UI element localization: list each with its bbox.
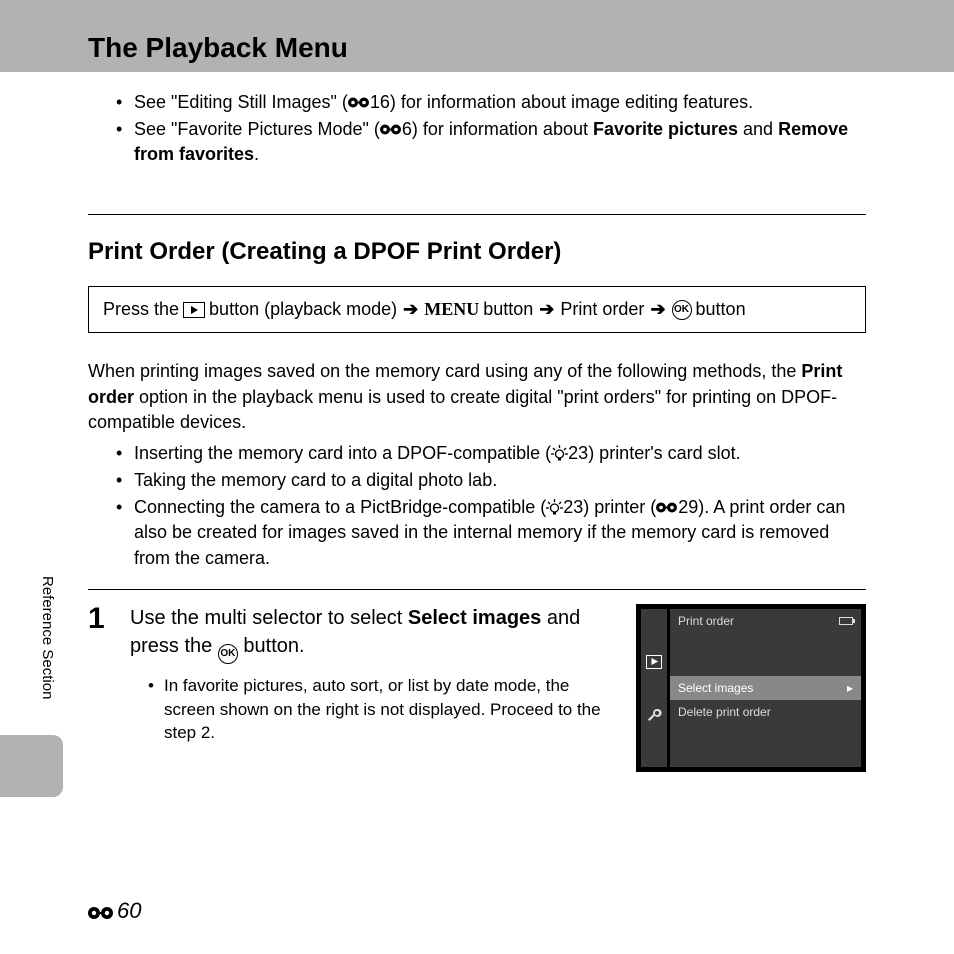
text: Use the multi selector to select <box>130 607 408 629</box>
step-row: 1 Use the multi selector to select Selec… <box>88 604 866 772</box>
content-area: See "Editing Still Images" (16) for info… <box>0 72 954 772</box>
text: ) for information about image editing fe… <box>390 92 753 112</box>
side-tab <box>0 735 63 797</box>
page-number: 60 <box>88 898 141 924</box>
text: See "Editing Still Images" ( <box>134 92 348 112</box>
text: . <box>254 144 259 164</box>
text: button <box>696 297 746 322</box>
side-label: Reference Section <box>39 576 56 699</box>
text: Inserting the memory card into a DPOF-co… <box>134 443 551 463</box>
page-title: The Playback Menu <box>88 32 348 64</box>
text: and <box>738 119 778 139</box>
text: button (playback mode) <box>209 297 397 322</box>
play-icon <box>183 302 205 318</box>
bulb-icon <box>551 445 568 461</box>
text: 6 <box>402 119 412 139</box>
battery-icon <box>839 617 853 625</box>
list-item: Inserting the memory card into a DPOF-co… <box>116 441 866 466</box>
bulb-icon <box>546 499 563 515</box>
screen-main: Print order Select images ▸ Delete print… <box>670 609 861 767</box>
step-number: 1 <box>88 604 112 634</box>
nav-path-box: Press the button (playback mode) ➔ MENU … <box>88 286 866 333</box>
text: 29 <box>678 497 698 517</box>
screen-title: Print order <box>678 613 734 630</box>
notes-list: See "Editing Still Images" (16) for info… <box>88 90 866 168</box>
screen-item-selected: Select images ▸ <box>670 676 861 701</box>
list-item: In favorite pictures, auto sort, or list… <box>148 674 618 745</box>
ref-pair-icon <box>656 500 678 515</box>
ok-icon: OK <box>672 300 692 320</box>
divider <box>88 214 866 215</box>
screen-item-label: Select images <box>678 680 753 697</box>
text: button <box>483 297 533 322</box>
play-icon <box>646 655 662 669</box>
text: 16 <box>370 92 390 112</box>
arrow-icon: ➔ <box>403 297 418 322</box>
text-bold: Favorite pictures <box>593 119 738 139</box>
text: ) printer ( <box>583 497 656 517</box>
text: 23 <box>563 497 583 517</box>
list-item: Connecting the camera to a PictBridge-co… <box>116 495 866 571</box>
text: 23 <box>568 443 588 463</box>
text: Print order <box>560 297 644 322</box>
note-item: See "Editing Still Images" ( 16) for info… <box>116 90 866 115</box>
menu-label: MENU <box>424 297 479 322</box>
step-text: Use the multi selector to select Select … <box>130 604 618 745</box>
step-sub-list: In favorite pictures, auto sort, or list… <box>130 674 618 745</box>
screen-item: Delete print order <box>670 700 861 725</box>
text: Press the <box>103 297 179 322</box>
camera-screen: Print order Select images ▸ Delete print… <box>636 604 866 772</box>
arrow-icon: ➔ <box>539 297 554 322</box>
intro-paragraph: When printing images saved on the memory… <box>88 359 866 435</box>
list-item: Taking the memory card to a digital phot… <box>116 468 866 493</box>
note-item: See "Favorite Pictures Mode" ( 6) for inf… <box>116 117 866 167</box>
title-band: The Playback Menu <box>0 0 954 72</box>
text: option in the playback menu is used to c… <box>88 387 837 432</box>
text: See "Favorite Pictures Mode" ( <box>134 119 380 139</box>
section-heading: Print Order (Creating a DPOF Print Order… <box>88 235 866 269</box>
text-bold: Select images <box>408 607 541 629</box>
screen-left-rail <box>641 609 667 767</box>
wrench-icon <box>646 707 662 723</box>
ref-pair-icon <box>88 904 114 919</box>
text: Connecting the camera to a PictBridge-co… <box>134 497 546 517</box>
text: button. <box>238 635 305 657</box>
arrow-icon: ➔ <box>650 297 665 322</box>
method-list: Inserting the memory card into a DPOF-co… <box>88 441 866 571</box>
text: ) for information about <box>412 119 593 139</box>
chevron-right-icon: ▸ <box>847 680 853 697</box>
ref-pair-icon <box>348 95 370 110</box>
text: When printing images saved on the memory… <box>88 361 801 381</box>
text: ) printer's card slot. <box>588 443 740 463</box>
divider-thin <box>88 589 866 590</box>
screen-header: Print order <box>670 609 861 634</box>
ok-icon: OK <box>218 644 238 664</box>
page-number-text: 60 <box>117 898 141 924</box>
ref-pair-icon <box>380 122 402 137</box>
